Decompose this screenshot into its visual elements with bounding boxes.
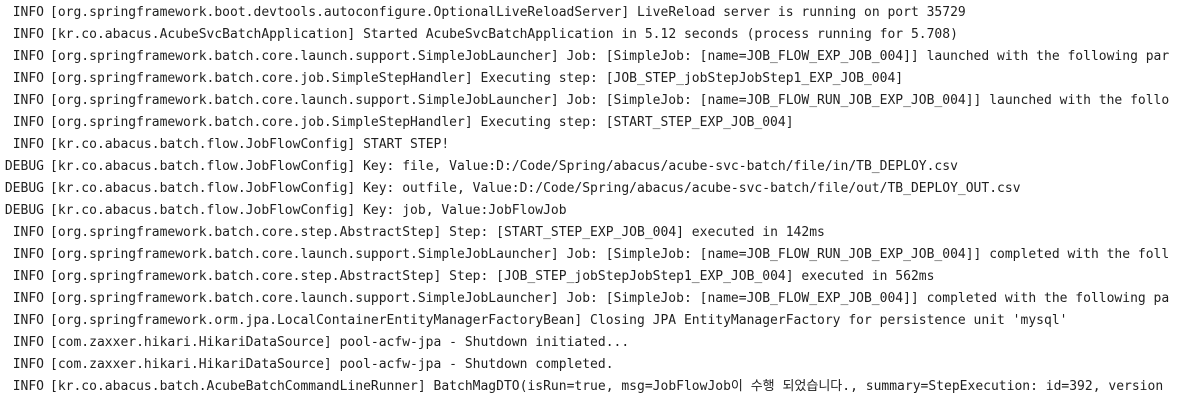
log-line[interactable]: INFO [org.springframework.orm.jpa.LocalCo… — [0, 310, 1195, 332]
logger-name: [kr.co.abacus.AcubeSvcBatchApplication] — [50, 27, 356, 42]
log-line[interactable]: INFO [org.springframework.batch.core.laun… — [0, 244, 1195, 266]
log-level: INFO — [12, 247, 44, 262]
logger-name: [com.zaxxer.hikari.HikariDataSource] — [50, 335, 332, 350]
log-line[interactable]: INFO [org.springframework.boot.devtools.a… — [0, 2, 1195, 24]
log-message: Started AcubeSvcBatchApplication in 5.12… — [355, 27, 958, 42]
log-message: Step: [START_STEP_EXP_JOB_004] executed … — [441, 225, 825, 240]
log-level: INFO — [12, 335, 44, 350]
log-level: INFO — [12, 291, 44, 306]
logger-name: [org.springframework.batch.core.launch.s… — [50, 93, 559, 108]
log-level: INFO — [12, 357, 44, 372]
log-level: INFO — [12, 49, 44, 64]
log-line[interactable]: INFO [kr.co.abacus.AcubeSvcBatchApplicati… — [0, 24, 1195, 46]
log-line[interactable]: INFO [org.springframework.batch.core.laun… — [0, 288, 1195, 310]
log-level: INFO — [12, 5, 44, 20]
log-message: LiveReload server is running on port 357… — [629, 5, 966, 20]
log-line[interactable]: INFO [kr.co.abacus.batch.flow.JobFlowConf… — [0, 134, 1195, 156]
log-line[interactable]: INFO [kr.co.abacus.batch.AcubeBatchComman… — [0, 376, 1195, 398]
logger-name: [kr.co.abacus.batch.flow.JobFlowConfig] — [50, 137, 356, 152]
logger-name: [kr.co.abacus.batch.flow.JobFlowConfig] — [50, 203, 356, 218]
log-level: INFO — [12, 225, 44, 240]
logger-name: [org.springframework.batch.core.step.Abs… — [50, 269, 442, 284]
log-line[interactable]: INFO [com.zaxxer.hikari.HikariDataSource]… — [0, 354, 1195, 376]
log-line[interactable]: INFO [org.springframework.batch.core.laun… — [0, 46, 1195, 68]
logger-name: [org.springframework.orm.jpa.LocalContai… — [50, 313, 583, 328]
logger-name: [org.springframework.batch.core.launch.s… — [50, 247, 559, 262]
logger-name: [org.springframework.batch.core.step.Abs… — [50, 225, 442, 240]
log-line[interactable]: DEBUG [kr.co.abacus.batch.flow.JobFlowCon… — [0, 156, 1195, 178]
logger-name: [org.springframework.batch.core.job.Simp… — [50, 115, 473, 130]
log-message: pool-acfw-jpa - Shutdown initiated... — [331, 335, 630, 350]
log-message: Executing step: [JOB_STEP_jobStepJobStep… — [472, 71, 904, 86]
logger-name: [org.springframework.boot.devtools.autoc… — [50, 5, 630, 20]
logger-name: [kr.co.abacus.batch.flow.JobFlowConfig] — [50, 181, 356, 196]
log-message: Job: [SimpleJob: [name=JOB_FLOW_RUN_JOB_… — [558, 93, 1170, 108]
log-level: DEBUG — [4, 159, 44, 174]
log-message: BatchMagDTO(isRun=true, msg=JobFlowJob이 … — [425, 379, 1164, 394]
log-level: INFO — [12, 93, 44, 108]
log-message: Job: [SimpleJob: [name=JOB_FLOW_RUN_JOB_… — [558, 247, 1170, 262]
log-message: Job: [SimpleJob: [name=JOB_FLOW_EXP_JOB_… — [558, 49, 1170, 64]
log-message: Key: file, Value:D:/Code/Spring/abacus/a… — [355, 159, 958, 174]
log-level: DEBUG — [4, 181, 44, 196]
logger-name: [com.zaxxer.hikari.HikariDataSource] — [50, 357, 332, 372]
log-message: Closing JPA EntityManagerFactory for per… — [582, 313, 1068, 328]
log-level: INFO — [12, 115, 44, 130]
logger-name: [org.springframework.batch.core.job.Simp… — [50, 71, 473, 86]
log-line[interactable]: INFO [org.springframework.batch.core.laun… — [0, 90, 1195, 112]
log-level: INFO — [12, 137, 44, 152]
log-line[interactable]: INFO [org.springframework.batch.core.step… — [0, 266, 1195, 288]
log-line[interactable]: DEBUG [kr.co.abacus.batch.flow.JobFlowCon… — [0, 178, 1195, 200]
log-level: INFO — [12, 313, 44, 328]
log-line[interactable]: INFO [org.springframework.batch.core.step… — [0, 222, 1195, 244]
log-level: INFO — [12, 269, 44, 284]
log-message: Executing step: [START_STEP_EXP_JOB_004] — [472, 115, 794, 130]
logger-name: [org.springframework.batch.core.launch.s… — [50, 49, 559, 64]
log-line[interactable]: INFO [org.springframework.batch.core.job.… — [0, 112, 1195, 134]
log-line[interactable]: DEBUG [kr.co.abacus.batch.flow.JobFlowCon… — [0, 200, 1195, 222]
log-message: Key: outfile, Value:D:/Code/Spring/abacu… — [355, 181, 1021, 196]
log-level: INFO — [12, 379, 44, 394]
log-message: pool-acfw-jpa - Shutdown completed. — [331, 357, 614, 372]
log-line[interactable]: INFO [com.zaxxer.hikari.HikariDataSource]… — [0, 332, 1195, 354]
log-level: INFO — [12, 27, 44, 42]
log-message: Key: job, Value:JobFlowJob — [355, 203, 567, 218]
log-line[interactable]: INFO [org.springframework.batch.core.job.… — [0, 68, 1195, 90]
logger-name: [kr.co.abacus.batch.flow.JobFlowConfig] — [50, 159, 356, 174]
log-message: START STEP! — [355, 137, 450, 152]
log-level: INFO — [12, 71, 44, 86]
logger-name: [kr.co.abacus.batch.AcubeBatchCommandLin… — [50, 379, 426, 394]
logger-name: [org.springframework.batch.core.launch.s… — [50, 291, 559, 306]
log-level: DEBUG — [4, 203, 44, 218]
log-message: Job: [SimpleJob: [name=JOB_FLOW_EXP_JOB_… — [558, 291, 1170, 306]
log-message: Step: [JOB_STEP_jobStepJobStep1_EXP_JOB_… — [441, 269, 935, 284]
console-output[interactable]: INFO [org.springframework.boot.devtools.a… — [0, 0, 1195, 406]
